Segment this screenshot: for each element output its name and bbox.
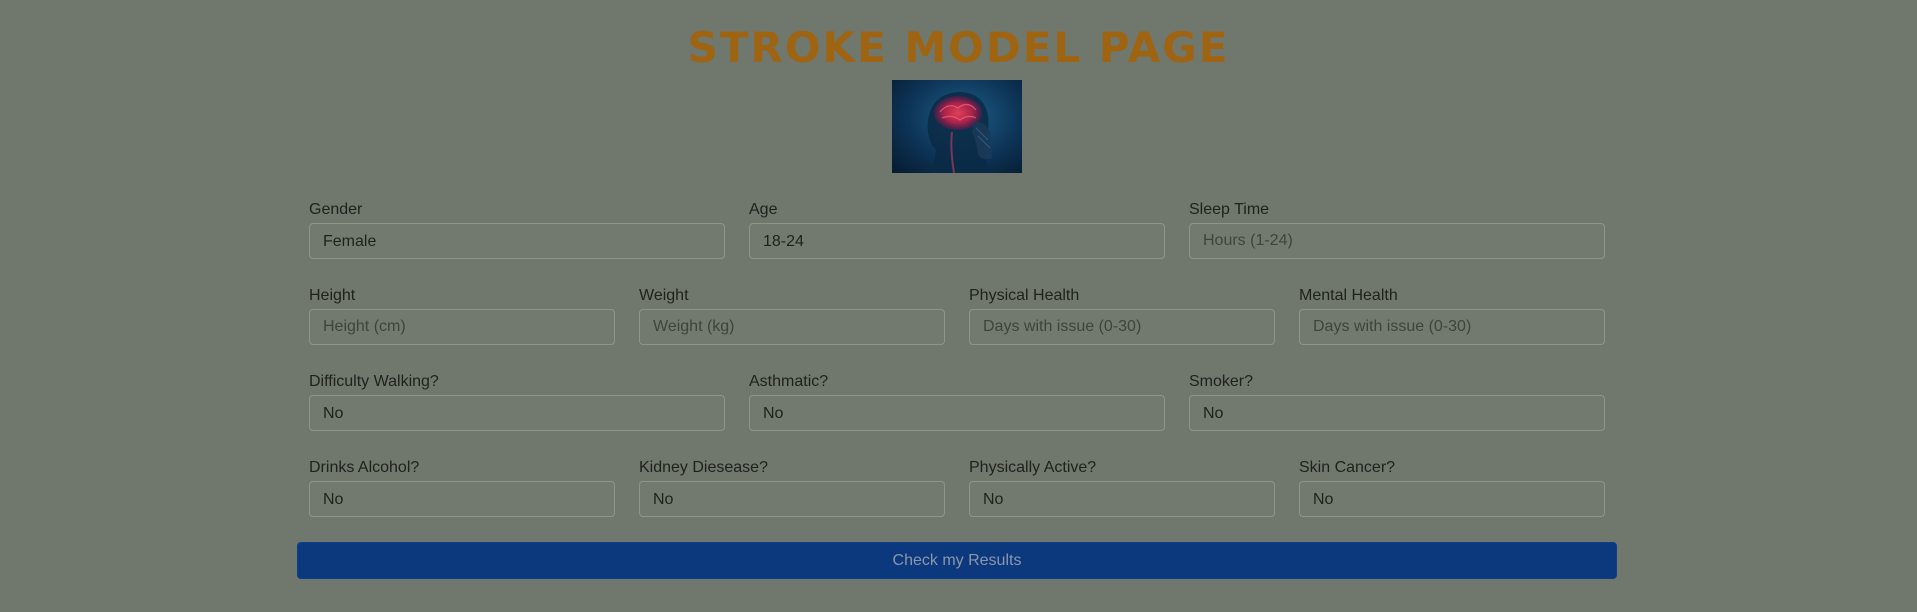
sleep-time-label: Sleep Time — [1189, 201, 1270, 218]
skin-cancer-field: Skin Cancer? No — [1299, 458, 1605, 544]
smoker-label: Smoker? — [1189, 373, 1254, 390]
skin-cancer-label: Skin Cancer? — [1299, 459, 1396, 476]
physically-active-select[interactable]: No — [969, 481, 1275, 517]
physically-active-field: Physically Active? No — [969, 458, 1275, 544]
form-row-3: Difficulty Walking? No Asthmatic? No Smo… — [309, 372, 1605, 458]
difficulty-walking-field: Difficulty Walking? No — [309, 372, 725, 458]
page-title: STROKE MODEL PAGE — [687, 23, 1230, 72]
difficulty-walking-label: Difficulty Walking? — [309, 373, 439, 390]
drinks-alcohol-label: Drinks Alcohol? — [309, 459, 420, 476]
drinks-alcohol-select[interactable]: No — [309, 481, 615, 517]
drinks-alcohol-field: Drinks Alcohol? No — [309, 458, 615, 544]
form-row-2: Height Weight Physical Health Mental Hea… — [309, 286, 1605, 372]
skin-cancer-select[interactable]: No — [1299, 481, 1605, 517]
form-row-4: Drinks Alcohol? No Kidney Diesease? No P… — [309, 458, 1605, 544]
height-field: Height — [309, 286, 615, 372]
difficulty-walking-select[interactable]: No — [309, 395, 725, 431]
asthmatic-field: Asthmatic? No — [749, 372, 1165, 458]
sleep-time-field: Sleep Time — [1189, 200, 1605, 286]
kidney-disease-field: Kidney Diesease? No — [639, 458, 945, 544]
mental-health-field: Mental Health — [1299, 286, 1605, 372]
height-label: Height — [309, 287, 356, 304]
sleep-time-input[interactable] — [1189, 223, 1605, 259]
asthmatic-label: Asthmatic? — [749, 373, 829, 390]
weight-label: Weight — [639, 287, 689, 304]
form-row-1: Gender Female Age 18-24 Sleep Time — [309, 200, 1605, 286]
asthmatic-select[interactable]: No — [749, 395, 1165, 431]
age-field: Age 18-24 — [749, 200, 1165, 286]
physical-health-field: Physical Health — [969, 286, 1275, 372]
weight-input[interactable] — [639, 309, 945, 345]
smoker-select[interactable]: No — [1189, 395, 1605, 431]
gender-label: Gender — [309, 201, 363, 218]
age-select[interactable]: 18-24 — [749, 223, 1165, 259]
kidney-disease-select[interactable]: No — [639, 481, 945, 517]
mental-health-input[interactable] — [1299, 309, 1605, 345]
smoker-field: Smoker? No — [1189, 372, 1605, 458]
height-input[interactable] — [309, 309, 615, 345]
brain-xray-icon — [892, 80, 1022, 173]
physically-active-label: Physically Active? — [969, 459, 1097, 476]
age-label: Age — [749, 201, 778, 218]
check-results-button[interactable]: Check my Results — [297, 542, 1617, 579]
gender-field: Gender Female — [309, 200, 725, 286]
gender-select[interactable]: Female — [309, 223, 725, 259]
kidney-disease-label: Kidney Diesease? — [639, 459, 768, 476]
stroke-form: Gender Female Age 18-24 Sleep Time Heigh… — [309, 200, 1605, 544]
weight-field: Weight — [639, 286, 945, 372]
mental-health-label: Mental Health — [1299, 287, 1398, 304]
physical-health-input[interactable] — [969, 309, 1275, 345]
physical-health-label: Physical Health — [969, 287, 1080, 304]
